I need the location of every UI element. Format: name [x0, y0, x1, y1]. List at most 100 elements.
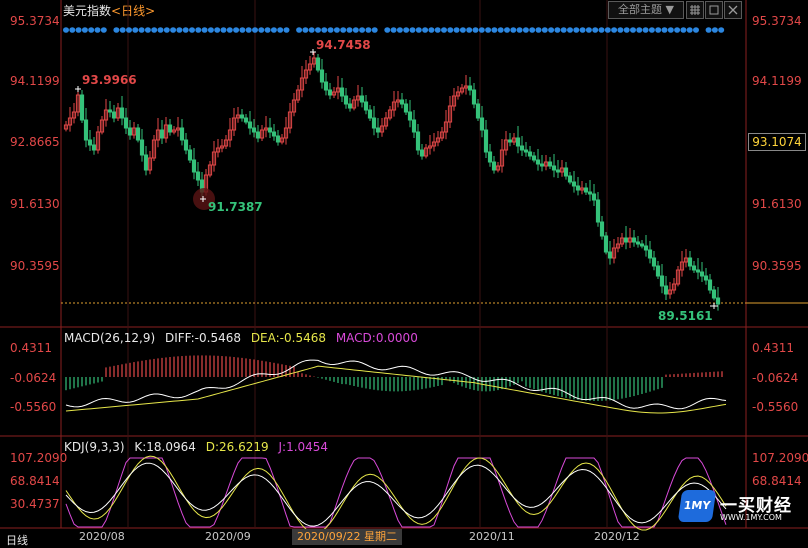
candle-body [123, 117, 129, 129]
event-dot [491, 27, 498, 33]
event-dot [365, 27, 372, 33]
event-dot [611, 27, 618, 33]
event-dot [711, 27, 718, 33]
candle-body [523, 149, 529, 153]
logo-url: WWW.1MY.COM [720, 513, 782, 522]
event-dot [321, 27, 328, 33]
event-dot [346, 27, 353, 33]
event-dot [441, 27, 447, 33]
candle-body [651, 257, 657, 267]
macd-histogram [65, 355, 723, 401]
macd-dea: DEA:-0.5468 [250, 331, 326, 345]
event-dot [466, 27, 473, 33]
event-dot [277, 27, 284, 33]
candle-body [415, 131, 421, 151]
kdj-tick: 68.8414 [10, 474, 60, 488]
kdj-tick: 68.8414 [752, 474, 802, 488]
event-dot [264, 27, 271, 33]
event-dot [415, 27, 422, 33]
candle-body [531, 155, 537, 161]
candle-body [487, 151, 493, 163]
candle-body [347, 103, 353, 109]
candle-body [635, 241, 641, 245]
candle-body [411, 119, 417, 133]
candle-body [475, 103, 481, 119]
period-corner-label[interactable]: 日线 [6, 532, 28, 548]
candle-body [327, 89, 333, 96]
x-date-label: 2020/11 [469, 530, 515, 543]
candle-body [583, 187, 589, 193]
candle-body [339, 87, 345, 97]
event-dot [170, 27, 177, 33]
axis-left-tick: 94.1199 [10, 74, 60, 88]
high-label: 94.7458 [316, 38, 371, 52]
dea-line [65, 365, 727, 414]
candle-body [403, 103, 409, 113]
macd-name: MACD(26,12,9) [64, 331, 156, 345]
candle-body [547, 161, 553, 167]
event-dot [233, 27, 240, 33]
candle-body [607, 251, 613, 259]
axis-left-tick: 92.8665 [10, 135, 60, 149]
candle-body [643, 245, 649, 251]
event-dot [447, 27, 454, 33]
candle-body [127, 127, 133, 136]
candle-body [519, 145, 525, 151]
event-dot [113, 27, 120, 33]
candle-body [243, 117, 249, 123]
candle-body [699, 271, 705, 277]
event-dot [75, 27, 82, 33]
event-dot [529, 27, 536, 33]
event-dot [617, 27, 624, 33]
candle-body [119, 107, 125, 119]
candle-body [703, 275, 709, 281]
candle-body [367, 109, 373, 119]
candle-body [167, 124, 173, 133]
candle-body [467, 85, 473, 91]
candle-body [239, 114, 245, 119]
event-dot [340, 27, 347, 33]
event-dot [270, 27, 277, 33]
macd-value: MACD:0.0000 [335, 331, 418, 345]
mid-low-label: 91.7387 [208, 200, 263, 214]
selected-date-label: 2020/09/22 星期二 [292, 529, 402, 545]
event-dot [623, 27, 630, 33]
event-dot [403, 27, 410, 33]
macd-header: MACD(26,12,9) DIFF:-0.5468 DEA:-0.5468 M… [64, 331, 424, 345]
event-dot [504, 27, 510, 33]
candle-body [247, 121, 253, 129]
candle-body [591, 193, 597, 201]
macd-diff: DIFF:-0.5468 [164, 331, 241, 345]
event-dot [548, 27, 555, 33]
event-dot [308, 27, 315, 33]
candle-body [571, 181, 577, 187]
candle-body [587, 191, 593, 195]
event-dot [296, 27, 303, 33]
candle-body [159, 129, 165, 139]
x-date-label: 2020/09 [205, 530, 251, 543]
candle-body [647, 249, 653, 259]
event-dot [497, 27, 504, 33]
candle-body [107, 109, 113, 113]
event-dot [100, 27, 107, 33]
candle-body [507, 139, 513, 143]
candle-body [191, 159, 197, 173]
candle-body [691, 265, 697, 271]
candle-body [255, 131, 261, 139]
candle-body [515, 137, 521, 147]
candle-body [639, 243, 645, 247]
candle-body [315, 57, 321, 71]
event-dot [642, 27, 649, 33]
event-dot [604, 27, 611, 33]
kdj-tick: 30.4737 [10, 497, 60, 511]
event-dot [667, 27, 674, 33]
candlesticks [63, 49, 721, 311]
candle-body [655, 265, 661, 277]
candle-body [563, 167, 569, 177]
kdj-tick: 107.2090 [752, 451, 808, 465]
macd-tick: -0.0624 [10, 371, 57, 385]
chart-window: 美元指数<日线> 全部主题 ▼ 95.3734 94.1199 92.8665 … [0, 0, 808, 548]
candle-body [363, 101, 369, 111]
event-dot [252, 27, 258, 33]
event-dot [630, 27, 636, 33]
